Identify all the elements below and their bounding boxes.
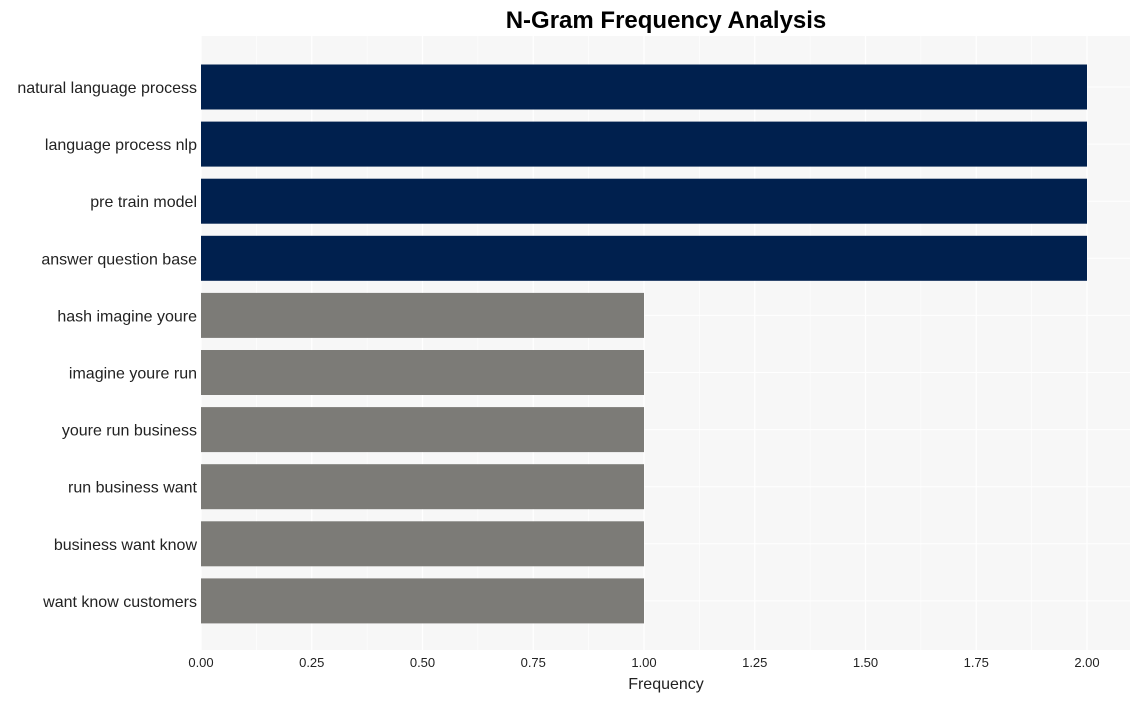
y-tick-labels: natural language process language process…	[17, 80, 197, 611]
bar	[201, 464, 644, 510]
y-tick-label: language process nlp	[45, 137, 197, 154]
x-tick-label: 1.25	[742, 655, 767, 670]
bar	[201, 350, 644, 395]
x-tick-label: 1.75	[964, 655, 989, 670]
y-tick-label: pre train model	[90, 194, 197, 211]
x-tick-label: 1.50	[853, 655, 878, 670]
bar	[201, 64, 1087, 110]
y-tick-label: youre run business	[62, 423, 197, 440]
x-axis-label: Frequency	[628, 676, 704, 693]
x-tick-labels: 0.00 0.25 0.50 0.75 1.00 1.25 1.50 1.75 2.00	[188, 655, 1099, 670]
bar	[201, 235, 1087, 281]
bar	[201, 121, 1087, 167]
bar	[201, 178, 1087, 224]
bar	[201, 578, 644, 624]
y-tick-label: want know customers	[42, 594, 197, 611]
x-tick-label: 0.25	[299, 655, 324, 670]
bar	[201, 407, 644, 453]
x-tick-label: 0.75	[521, 655, 546, 670]
bar	[201, 521, 644, 567]
x-tick-label: 2.00	[1074, 655, 1099, 670]
y-tick-label: hash imagine youre	[57, 308, 197, 325]
y-tick-label: answer question base	[41, 251, 197, 268]
x-tick-label: 1.00	[631, 655, 656, 670]
x-tick-label: 0.50	[410, 655, 435, 670]
y-tick-label: imagine youre run	[69, 366, 197, 383]
y-tick-label: natural language process	[17, 80, 197, 97]
y-tick-label: business want know	[54, 537, 198, 554]
bar	[201, 292, 644, 338]
ngram-bar-chart: natural language process language process…	[17, 7, 1130, 693]
chart-title: N-Gram Frequency Analysis	[506, 7, 827, 34]
y-tick-label: run business want	[68, 480, 198, 497]
x-tick-label: 0.00	[188, 655, 213, 670]
